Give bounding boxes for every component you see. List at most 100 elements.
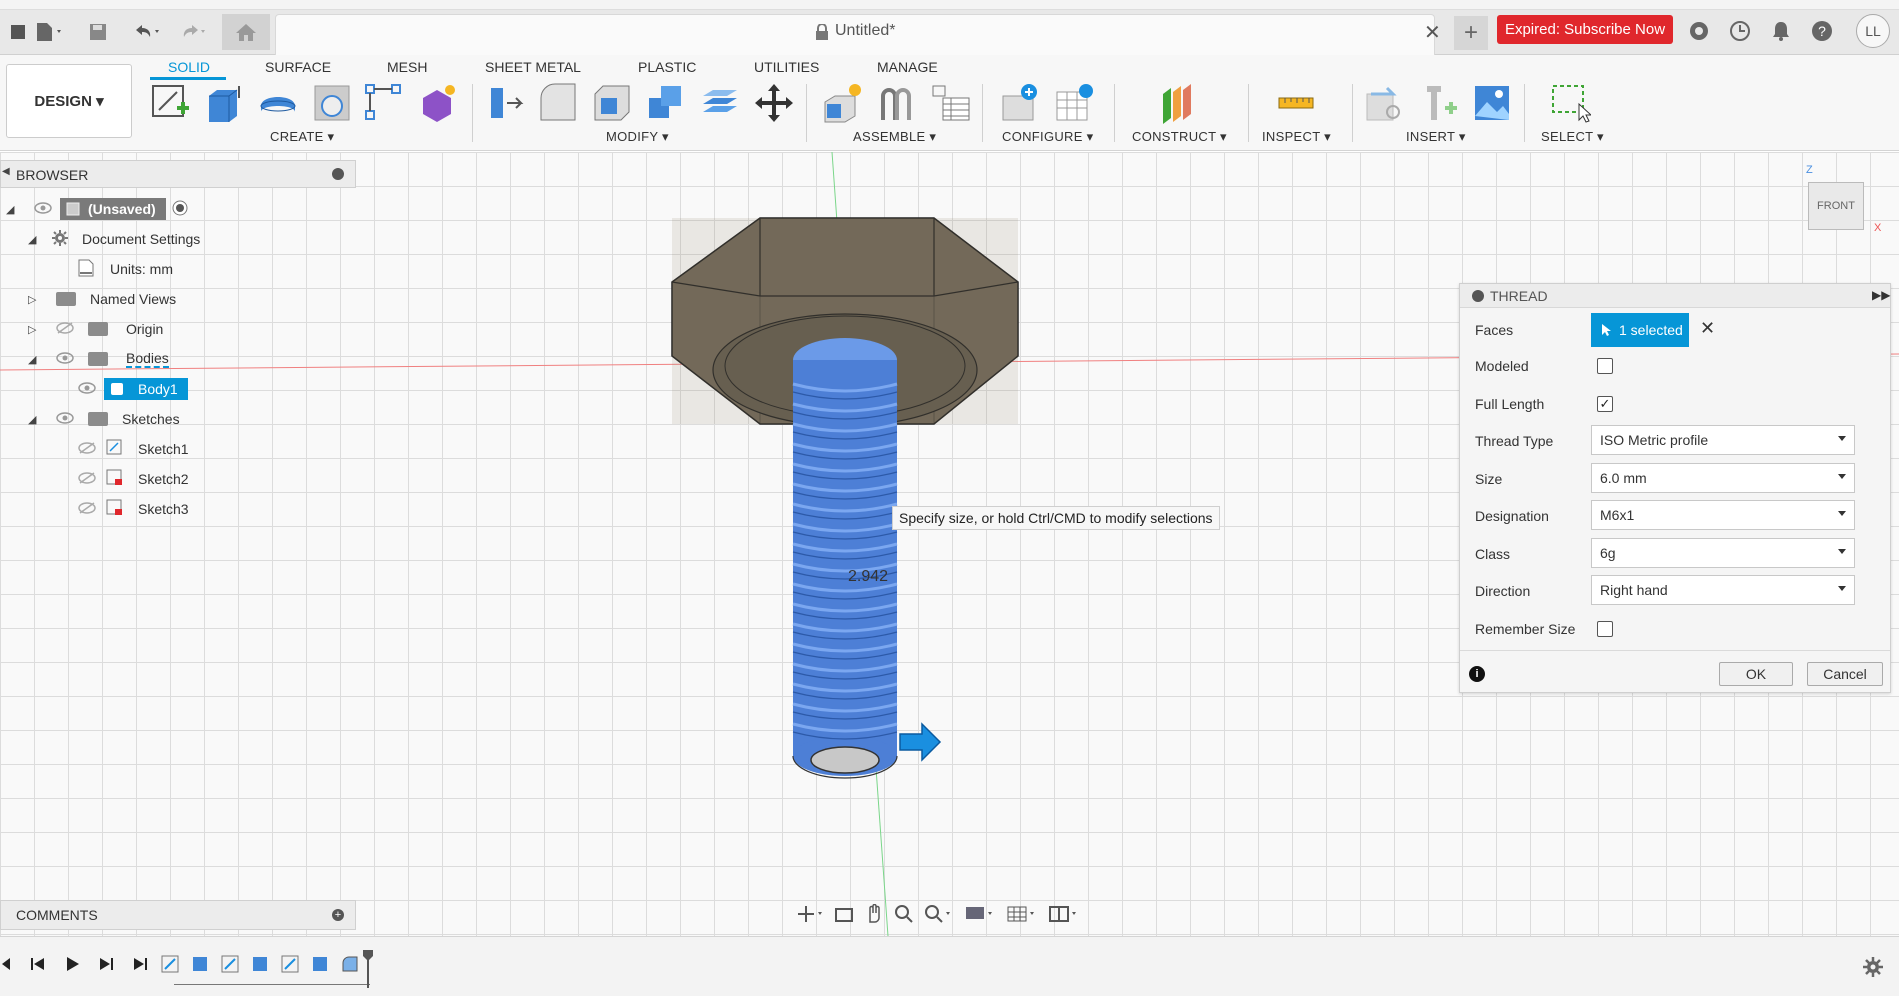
combine-icon[interactable] [644,82,688,124]
thread-type-select[interactable]: ISO Metric profile [1591,425,1855,455]
insert-mcmaster-icon[interactable] [1416,82,1460,124]
eye-icon[interactable] [34,201,52,217]
tree-item-sketches[interactable]: ◢ Sketches [28,407,180,431]
activate-radio-icon[interactable] [172,200,188,219]
tab-surface[interactable]: SURFACE [265,54,331,80]
inspect-group-label[interactable]: INSPECT ▾ [1262,129,1331,145]
expand-triangle-icon[interactable]: ◢ [28,353,42,366]
viewports-icon[interactable] [1048,904,1080,927]
press-pull-icon[interactable] [484,82,528,124]
move-copy-icon[interactable] [752,82,796,124]
go-to-start-icon[interactable] [0,956,12,975]
save-icon[interactable] [84,18,112,46]
timeline-extrude-icon[interactable] [250,954,270,977]
user-avatar[interactable]: LL [1856,14,1890,48]
tree-item-origin[interactable]: ▷ Origin [28,317,163,341]
fillet-icon[interactable] [536,82,580,124]
new-tab-button[interactable]: + [1454,16,1488,50]
cancel-button[interactable]: Cancel [1807,662,1883,686]
new-component-icon[interactable] [820,82,864,124]
offset-face-icon[interactable] [698,82,742,124]
bill-of-materials-icon[interactable] [928,82,972,124]
full-length-checkbox[interactable]: ✓ [1597,396,1613,412]
configure-icon[interactable] [998,82,1042,124]
close-tab-icon[interactable]: ✕ [1424,20,1441,45]
add-comment-icon[interactable]: + [332,909,344,921]
collapse-triangle-icon[interactable]: ▷ [28,293,42,306]
designation-select[interactable]: M6x1 [1591,500,1855,530]
browser-minimize-icon[interactable] [332,168,344,180]
go-to-end-icon[interactable] [132,956,148,975]
tree-item-root[interactable]: ◢ (Unsaved) [6,197,188,221]
modeled-checkbox[interactable] [1597,358,1613,374]
timeline-extrude-icon[interactable] [190,954,210,977]
tree-item-document-settings[interactable]: ◢ Document Settings [28,227,200,251]
zoom-window-icon[interactable] [924,904,954,927]
pattern-icon[interactable] [362,82,406,124]
threaded-shaft[interactable] [792,338,898,779]
clear-selection-icon[interactable]: ✕ [1700,318,1715,339]
expand-dialog-icon[interactable]: ▶▶ [1872,288,1890,302]
timeline-extrude-icon[interactable] [310,954,330,977]
size-select[interactable]: 6.0 mm [1591,463,1855,493]
direction-select[interactable]: Right hand [1591,575,1855,605]
configure-group-label[interactable]: CONFIGURE ▾ [1002,129,1093,145]
body1-selected-pill[interactable]: Body1 [104,378,188,400]
extrude-icon[interactable] [202,82,246,124]
construct-group-label[interactable]: CONSTRUCT ▾ [1132,129,1227,145]
step-back-icon[interactable] [30,956,46,975]
eye-hidden-icon[interactable] [78,471,96,487]
tree-root-pill[interactable]: (Unsaved) [60,198,166,220]
select-group-label[interactable]: SELECT ▾ [1541,129,1604,145]
timeline-marker[interactable] [362,950,373,988]
tree-item-sketch1[interactable]: Sketch1 [78,437,189,461]
step-forward-icon[interactable] [98,956,114,975]
expand-triangle-icon[interactable]: ◢ [6,203,20,216]
modify-group-label[interactable]: MODIFY ▾ [606,129,669,145]
expand-triangle-icon[interactable]: ◢ [28,233,42,246]
timeline-fillet-icon[interactable] [340,954,360,977]
create-form-icon[interactable] [416,82,460,124]
browser-collapse-icon[interactable]: ◀ [2,166,10,177]
eye-icon[interactable] [56,351,74,367]
insert-canvas-icon[interactable] [1470,82,1514,124]
tab-utilities[interactable]: UTILITIES [754,54,819,80]
ok-button[interactable]: OK [1719,662,1793,686]
viewcube[interactable]: FRONT [1808,182,1864,230]
eye-hidden-icon[interactable] [78,501,96,517]
tab-mesh[interactable]: MESH [387,54,427,80]
shell-icon[interactable] [590,82,634,124]
insert-derive-icon[interactable] [1362,82,1406,124]
notifications-bell-icon[interactable] [1768,18,1794,44]
collapse-triangle-icon[interactable]: ▷ [28,323,42,336]
display-settings-icon[interactable] [964,904,996,927]
pan-hand-icon[interactable] [864,903,884,927]
tree-item-bodies[interactable]: ◢ Bodies [28,347,169,371]
create-group-label[interactable]: CREATE ▾ [270,129,334,145]
select-window-icon[interactable] [1548,82,1592,124]
hole-icon[interactable] [310,82,354,124]
offset-plane-icon[interactable] [1156,82,1200,124]
dialog-minimize-icon[interactable] [1472,290,1484,302]
revolve-icon[interactable] [256,82,300,124]
undo-icon[interactable] [128,18,164,46]
grid-settings-icon[interactable] [1006,904,1038,927]
eye-hidden-icon[interactable] [78,441,96,457]
timeline-settings-gear-icon[interactable] [1862,956,1884,981]
look-at-icon[interactable] [834,905,854,926]
size-manipulator-arrow[interactable] [899,722,942,762]
tree-item-units[interactable]: Units: mm [78,257,173,281]
tab-sheet-metal[interactable]: SHEET METAL [485,54,581,80]
tab-manage[interactable]: MANAGE [877,54,938,80]
grid-menu-icon[interactable] [4,18,32,46]
eye-icon[interactable] [78,381,96,397]
tab-plastic[interactable]: PLASTIC [638,54,696,80]
expired-subscribe-button[interactable]: Expired: Subscribe Now [1497,15,1673,44]
tree-item-body1[interactable]: Body1 [78,377,188,401]
job-status-icon[interactable] [1727,18,1753,44]
file-menu-icon[interactable] [32,18,68,46]
tree-item-sketch3[interactable]: Sketch3 [78,497,189,521]
redo-icon[interactable] [174,18,210,46]
remember-size-checkbox[interactable] [1597,621,1613,637]
extensions-icon[interactable] [1686,18,1712,44]
